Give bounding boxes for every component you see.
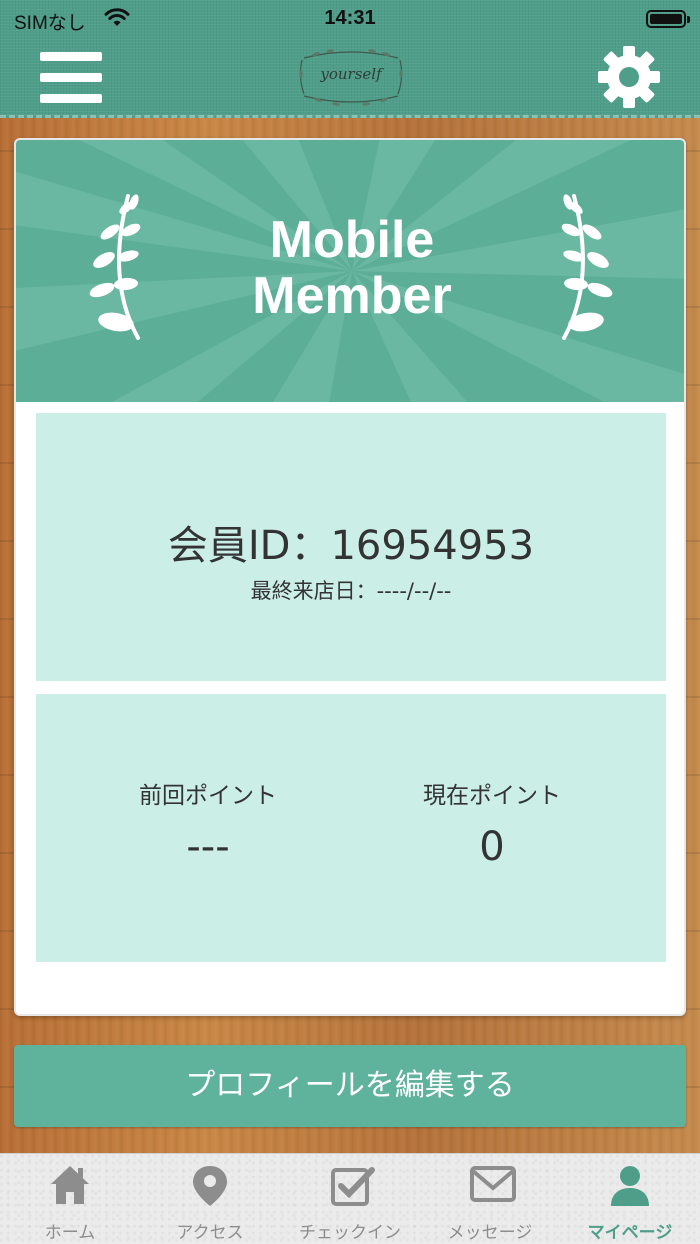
current-points: 現在ポイント 0 [342,776,642,870]
battery-icon [646,10,690,28]
status-bar: SIMなし 14:31 [0,0,700,40]
tab-checkin-label: チェックイン [299,1223,401,1243]
hamburger-menu-icon[interactable] [40,52,102,104]
tab-messages-label: メッセージ [447,1223,533,1243]
member-info-panel: 会員ID：16954953 最終来店日：----/--/-- [36,413,666,681]
previous-points-label: 前回ポイント [139,783,277,809]
map-pin-icon [193,1166,227,1206]
gear-icon[interactable] [598,46,660,108]
tab-home[interactable]: ホーム [0,1154,140,1244]
current-points-value: 0 [479,824,505,870]
previous-points: 前回ポイント --- [58,776,358,870]
logo-text: yourself [320,65,382,83]
envelope-icon [470,1166,516,1202]
laurel-icon [561,194,613,340]
checkbox-icon [331,1167,375,1206]
current-points-label: 現在ポイント [423,783,561,809]
tab-home-label: ホーム [44,1223,96,1243]
tab-mypage-label: マイページ [587,1223,673,1243]
tab-messages[interactable]: メッセージ [420,1154,560,1244]
tab-mypage[interactable]: マイページ [560,1154,700,1244]
app-header: SIMなし 14:31 yourself [0,0,700,118]
shop-logo: yourself [296,44,406,110]
tab-checkin[interactable]: チェックイン [280,1154,420,1244]
tab-access-label: アクセス [176,1223,244,1243]
member-id: 会員ID：16954953 [167,523,535,569]
previous-points-value: --- [186,824,230,870]
member-banner: Mobile Member [16,140,684,402]
home-icon [51,1166,89,1204]
points-panel: 前回ポイント --- 現在ポイント 0 [36,694,666,962]
last-visit-date: 最終来店日：----/--/-- [250,579,452,603]
edit-profile-button[interactable]: プロフィールを編集する [14,1045,686,1127]
tab-access[interactable]: アクセス [140,1154,280,1244]
tab-bar: ホーム アクセス チェックイン メッセージ マイページ [0,1153,700,1244]
clock: 14:31 [324,7,376,29]
user-icon [611,1166,649,1206]
member-card: Mobile Member 会員ID：16954953 最終来店日：----/-… [14,138,686,1016]
